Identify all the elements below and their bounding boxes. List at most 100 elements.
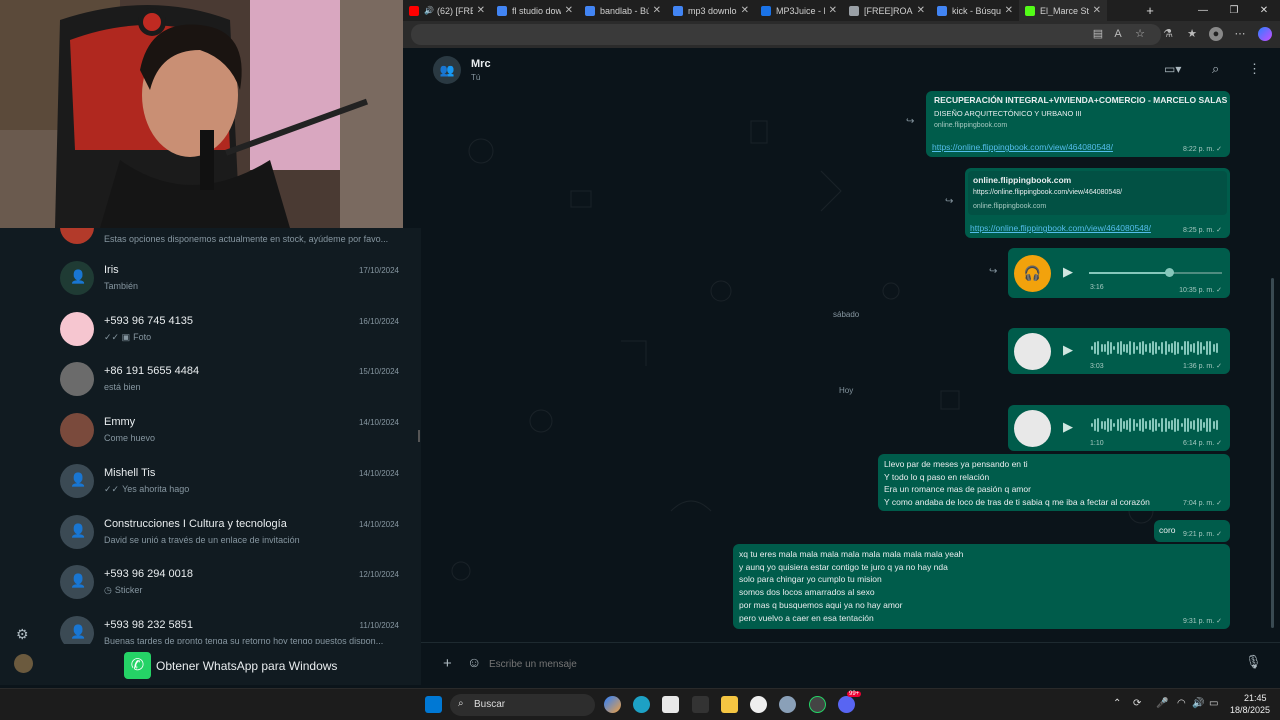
chat-list-item[interactable]: +593 96 745 4135 16/10/2024 ✓✓ ▣ Foto [46,304,413,355]
chat-list-item[interactable]: 👤 +593 96 294 0018 12/10/2024 ◷ Sticker [46,557,413,608]
chat-list-item[interactable]: 👤 Construcciones I Cultura y tecnología 14… [46,507,413,558]
waveform-bar [1148,343,1151,353]
close-tab-icon[interactable]: ✕ [1005,5,1013,16]
chat-list-item[interactable]: +86 191 5655 4484 15/10/2024 está bien [46,354,413,405]
chat-list-item[interactable]: 👤 Mishell Tis 14/10/2024 ✓✓ Yes ahorita hago [46,456,413,507]
chat-preview: David se unió a través de un enlace de i… [104,534,300,545]
get-whatsapp-banner[interactable]: ✆ Obtener WhatsApp para Windows [46,644,413,685]
microphone-icon[interactable]: 🎙 [1245,654,1262,670]
attach-plus-icon[interactable]: + [443,655,452,672]
new-tab-button[interactable]: + [1140,0,1160,21]
chat-name: +593 96 745 4135 [104,314,194,327]
play-icon[interactable]: ▶ [1063,419,1073,435]
copilot-icon[interactable] [1258,27,1272,41]
profile-icon[interactable]: ● [1209,27,1223,41]
close-tab-icon[interactable]: ✕ [1093,5,1101,16]
tray-chevron-icon[interactable]: ⌃ [1113,698,1121,709]
close-tab-icon[interactable]: ✕ [741,5,749,16]
copilot-taskbar-icon[interactable] [604,696,621,713]
more-menu-icon[interactable]: ⋯ [1233,27,1247,41]
file-explorer-icon[interactable] [721,696,738,713]
audio-knob[interactable] [1164,268,1174,277]
play-icon[interactable]: ▶ [1063,342,1073,358]
close-tab-icon[interactable]: ✕ [653,5,661,16]
conversation-scrollbar[interactable] [1271,278,1274,628]
edge-icon[interactable] [633,696,650,713]
fl-studio-icon[interactable] [692,696,709,713]
settings-icon[interactable]: ⚙ [16,626,29,643]
browser-tab[interactable]: [FREE]ROA TY ✕ [843,0,931,21]
chat-item-partial[interactable]: Estas opciones disponemos actualmente en… [46,228,413,253]
reader-mode-icon[interactable]: ▤ [1091,27,1105,41]
audio-track[interactable] [1089,268,1222,277]
minimize-icon[interactable]: — [1187,0,1219,21]
message-url[interactable]: https://online.flippingbook.com/view/464… [970,223,1151,233]
voice-waveform[interactable] [1091,340,1219,356]
message-line: Y como andaba de loco de tras de ti sabi… [884,496,1150,507]
message-body: coro [1159,525,1176,535]
video-call-icon[interactable]: ▭▾ [1164,62,1181,76]
battery-icon[interactable]: ▭ [1209,698,1218,709]
tab-title: fl studio down [512,5,561,16]
chat-list-scrollbar[interactable] [413,228,421,685]
emoji-icon[interactable]: ☺ [467,654,481,670]
wifi-icon[interactable]: ◠ [1177,698,1186,709]
extensions-icon[interactable]: ⚗ [1161,27,1175,41]
avatar [60,311,94,346]
close-tab-icon[interactable]: ✕ [477,5,485,16]
volume-icon[interactable]: 🔊 [1192,698,1204,709]
favorites-icon[interactable]: ★ [1185,27,1199,41]
voice-waveform[interactable] [1091,417,1219,433]
address-bar[interactable] [411,24,1161,45]
settings-taskbar-icon[interactable] [779,696,796,713]
chat-preview-row: Come huevo [104,433,404,443]
browser-tab[interactable]: MP3Juice - Do ✕ [755,0,843,21]
store-icon[interactable] [662,696,679,713]
close-window-icon[interactable]: ✕ [1248,0,1280,21]
link-domain: online.flippingbook.com [973,203,1047,210]
contact-name[interactable]: Mrc [471,58,491,70]
maximize-icon[interactable]: ❐ [1218,0,1250,21]
forward-icon[interactable]: ↪ [989,266,997,277]
mic-tray-icon[interactable]: 🎤 [1156,698,1168,709]
audio-playing-icon[interactable]: 🔊 [424,6,434,15]
webcam-overlay [0,0,403,228]
obs-icon[interactable] [750,696,767,713]
profile-avatar[interactable] [14,654,33,673]
browser-tab[interactable]: El_Marce Stre ✕ [1019,0,1107,21]
chat-list-item[interactable]: 👤 +593 98 232 5851 11/10/2024 Buenas tardes… [46,608,413,644]
discord-icon[interactable]: 99+ [838,691,862,713]
browser-tab[interactable]: kick - Búsque ✕ [931,0,1019,21]
conversation-header: 👥 Mrc Tú ▭▾ ⌕ ⋮ [421,48,1280,91]
favorite-star-icon[interactable]: ☆ [1133,27,1147,41]
read-aloud-icon[interactable]: A [1111,27,1125,41]
avatar: 👤 [60,565,94,600]
windows-start-icon[interactable] [425,696,442,713]
avatar[interactable]: 👥 [433,56,461,84]
search-icon[interactable]: ⌕ [1212,61,1219,77]
taskbar-search[interactable]: ⌕ Buscar [450,694,595,716]
kick-icon [1025,5,1035,16]
close-tab-icon[interactable]: ✕ [917,5,925,16]
clock-date[interactable]: 18/8/2025 [1230,705,1270,715]
browser-tab[interactable]: mp3 downloa ✕ [667,0,755,21]
whatsapp-taskbar-icon[interactable] [809,696,826,713]
tray-app-icon[interactable]: ⟳ [1133,698,1141,709]
chat-list-item[interactable]: Emmy 14/10/2024 Come huevo [46,405,413,456]
forward-icon[interactable]: ↪ [906,116,914,127]
message-url[interactable]: https://online.flippingbook.com/view/464… [932,142,1113,152]
close-tab-icon[interactable]: ✕ [829,5,837,16]
browser-tab[interactable]: fl studio down ✕ [491,0,579,21]
browser-tab[interactable]: bandlab - Bús ✕ [579,0,667,21]
message-time: 7:04 p. m. ✓ [1183,500,1222,507]
search-icon: ⌕ [458,698,464,709]
close-tab-icon[interactable]: ✕ [565,5,573,16]
play-icon[interactable]: ▶ [1063,264,1073,280]
chat-list-item[interactable]: 👤 Iris 17/10/2024 También [46,253,413,304]
message-input[interactable] [489,653,1219,675]
browser-tab[interactable]: 🔊(62) [FREE ✕ [403,0,491,21]
avatar: 👤 [60,463,94,498]
forward-icon[interactable]: ↪ [945,196,953,207]
menu-icon[interactable]: ⋮ [1248,61,1261,77]
clock-time[interactable]: 21:45 [1244,693,1267,703]
